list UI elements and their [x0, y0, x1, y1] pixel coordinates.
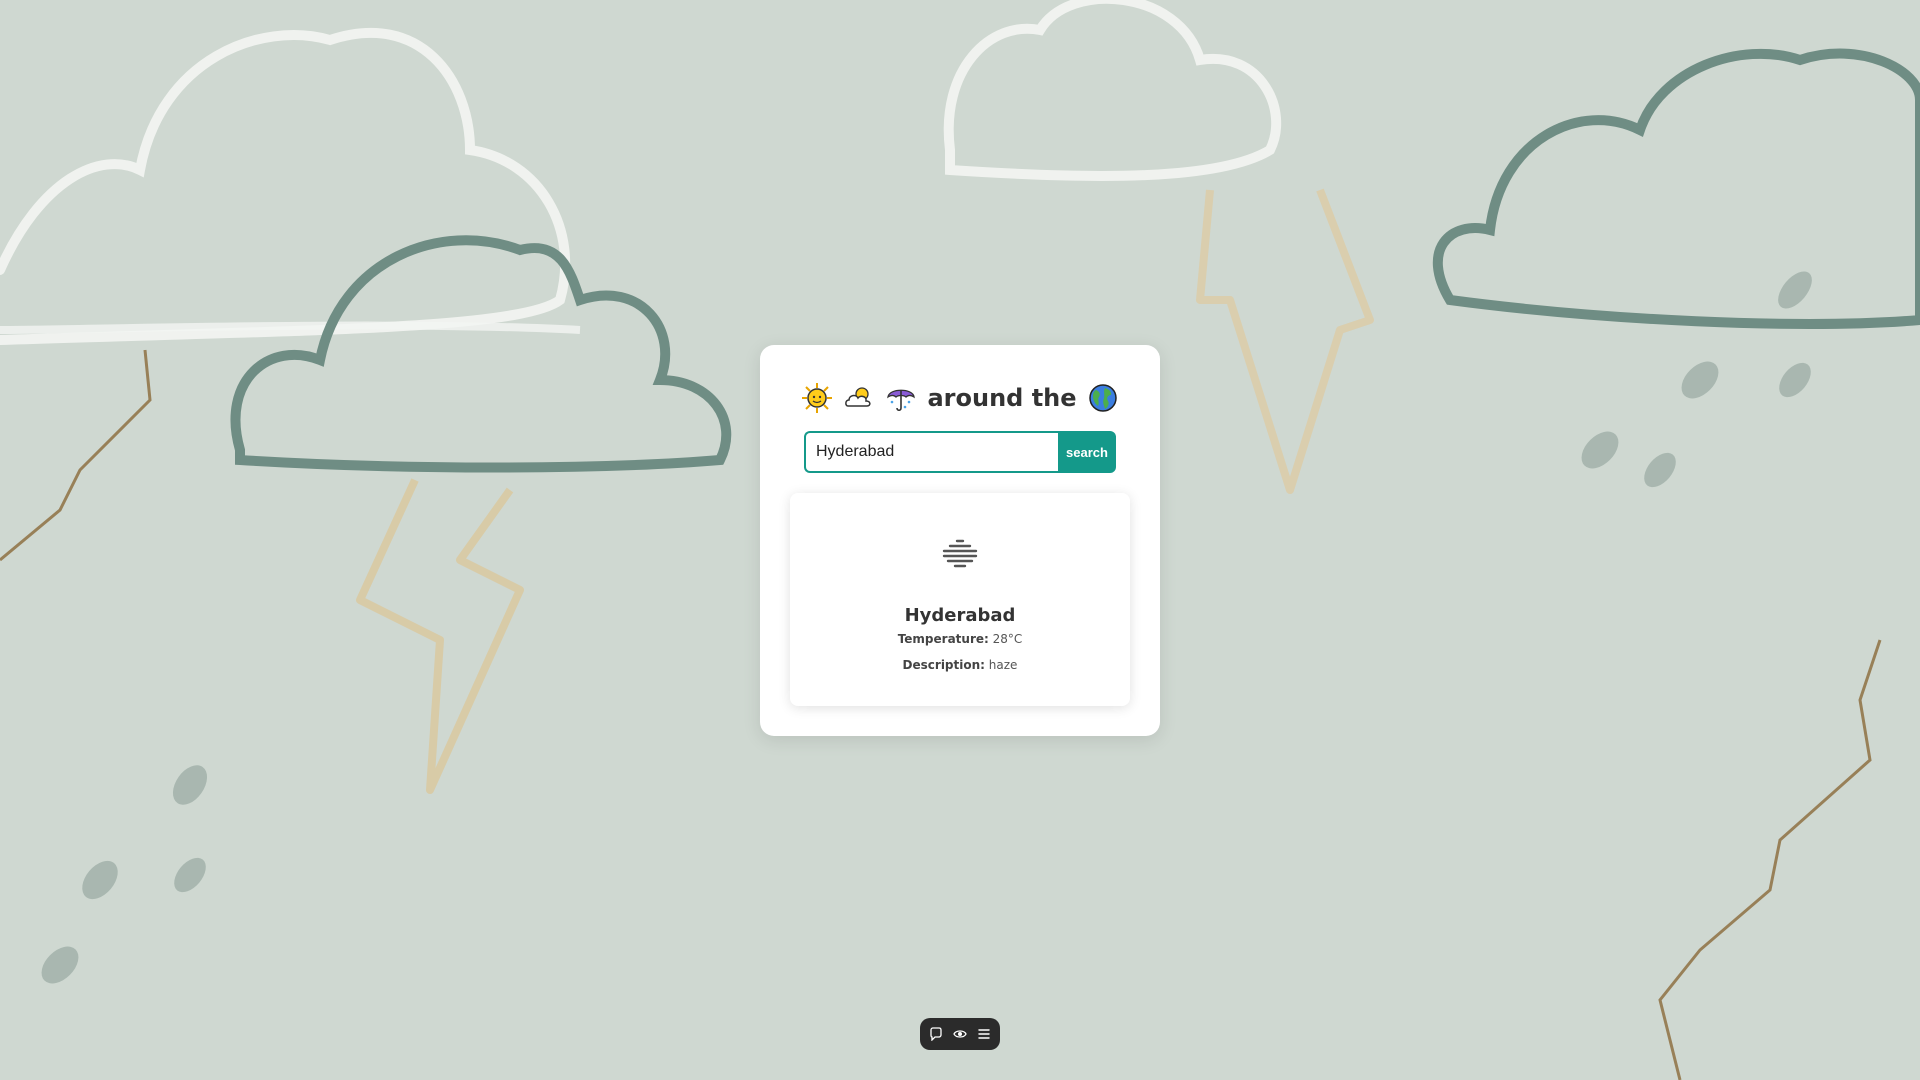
- globe-icon: [1087, 382, 1119, 414]
- search-button[interactable]: search: [1058, 431, 1116, 473]
- app-title: around the: [927, 384, 1077, 412]
- comment-icon[interactable]: [928, 1026, 944, 1042]
- eye-icon[interactable]: [952, 1026, 968, 1042]
- description-value: haze: [988, 658, 1018, 672]
- weather-result-card: Hyderabad Temperature: 28°C Description:…: [790, 493, 1130, 706]
- description-row: Description: haze: [790, 658, 1130, 672]
- temperature-value: 28°C: [992, 632, 1023, 646]
- city-name: Hyderabad: [904, 605, 1016, 626]
- app-header: around the: [760, 377, 1160, 419]
- floating-toolbar: [920, 1018, 1000, 1050]
- menu-icon[interactable]: [976, 1026, 992, 1042]
- weather-app-card: around the search: [760, 345, 1160, 736]
- cloud-icon: [843, 382, 875, 414]
- umbrella-icon: [885, 382, 917, 414]
- temperature-row: Temperature: 28°C: [790, 632, 1130, 646]
- city-search-input[interactable]: [804, 431, 1058, 473]
- haze-icon: [930, 533, 990, 573]
- sun-icon: [801, 382, 833, 414]
- search-bar: search: [804, 431, 1116, 473]
- description-label: Description:: [902, 658, 985, 672]
- temperature-label: Temperature:: [897, 632, 989, 646]
